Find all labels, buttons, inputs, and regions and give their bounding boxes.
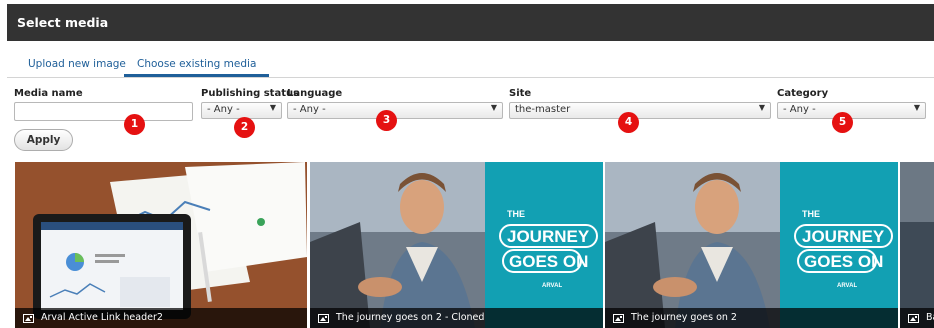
media-card[interactable]: Ba: [900, 162, 934, 328]
tile-text: THE: [507, 209, 525, 219]
media-caption: The journey goes on 2: [605, 308, 898, 328]
media-title: Ba: [926, 312, 934, 323]
annotation-badge-1: 1: [124, 114, 145, 135]
tile-text: GOES ON: [804, 252, 883, 271]
apply-button[interactable]: Apply: [14, 129, 73, 151]
annotation-badge-2: 2: [234, 117, 255, 138]
media-card[interactable]: THE JOURNEY GOES ON ARVAL The journey go…: [310, 162, 603, 328]
language-label: Language: [287, 88, 343, 99]
annotation-badge-5: 5: [832, 112, 853, 133]
chevron-down-icon: ▼: [269, 103, 276, 112]
tile-text: THE: [802, 209, 820, 219]
chevron-down-icon: ▼: [758, 103, 765, 112]
annotation-badge-4: 4: [618, 112, 639, 133]
tab-upload-new-image[interactable]: Upload new image: [28, 58, 126, 70]
media-title: Arval Active Link header2: [41, 312, 163, 323]
site-select[interactable]: the-master ▼: [509, 102, 771, 119]
annotation-badge-3: 3: [376, 110, 397, 131]
category-label: Category: [777, 88, 829, 99]
media-name-label: Media name: [14, 88, 83, 99]
site-value: the-master: [515, 104, 571, 115]
media-title: The journey goes on 2 - Cloned: [336, 312, 485, 323]
media-caption: Arval Active Link header2: [15, 308, 307, 328]
image-icon: [23, 314, 34, 323]
image-icon: [908, 314, 919, 323]
category-value: - Any -: [783, 104, 816, 115]
media-thumbnail: [900, 162, 934, 328]
image-icon: [318, 314, 329, 323]
tile-text: JOURNEY: [507, 227, 590, 246]
media-card[interactable]: Arval Active Link header2: [15, 162, 307, 328]
media-tabs: Upload new image Choose existing media: [7, 41, 934, 78]
tab-choose-existing-media[interactable]: Choose existing media: [123, 58, 270, 77]
media-caption: Ba: [900, 308, 934, 328]
site-label: Site: [509, 88, 532, 99]
publishing-status-label: Publishing status: [201, 88, 300, 99]
media-caption: The journey goes on 2 - Cloned: [310, 308, 603, 328]
media-name-input[interactable]: [14, 102, 193, 121]
tile-text: GOES ON: [509, 252, 588, 271]
publishing-status-value: - Any -: [207, 104, 240, 115]
chevron-down-icon: ▼: [913, 103, 920, 112]
media-thumbnail: [15, 162, 307, 328]
media-card[interactable]: THE JOURNEY GOES ON ARVAL The journey go…: [605, 162, 898, 328]
tile-text: JOURNEY: [802, 227, 885, 246]
language-value: - Any -: [293, 104, 326, 115]
brand-logo-text: ARVAL: [837, 283, 857, 289]
media-thumbnail: THE JOURNEY GOES ON ARVAL: [605, 162, 898, 328]
media-title: The journey goes on 2: [631, 312, 737, 323]
image-icon: [613, 314, 624, 323]
chevron-down-icon: ▼: [490, 103, 497, 112]
media-thumbnail: THE JOURNEY GOES ON ARVAL: [310, 162, 603, 328]
brand-logo-text: ARVAL: [542, 283, 562, 289]
dialog-title: Select media: [7, 4, 934, 41]
